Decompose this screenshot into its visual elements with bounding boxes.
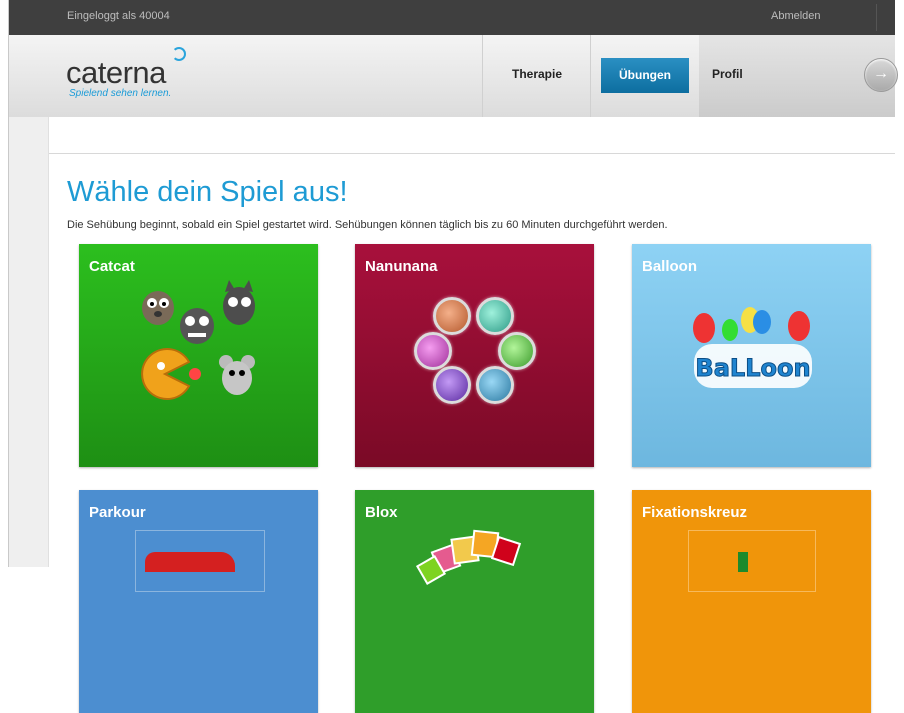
game-title: Nanunana <box>365 258 438 275</box>
cat-icon <box>223 280 255 325</box>
eye-icon <box>433 297 471 335</box>
nav-therapie[interactable]: Therapie <box>512 67 562 81</box>
eye-icon <box>476 297 514 335</box>
logout-link[interactable]: Abmelden <box>771 10 821 22</box>
game-card-blox[interactable]: Blox <box>355 490 594 713</box>
game-title: Parkour <box>89 504 146 521</box>
eye-icon <box>498 332 536 370</box>
side-column <box>9 117 49 567</box>
game-card-fixationskreuz[interactable]: Fixationskreuz <box>632 490 871 713</box>
balloon-icon <box>693 307 810 343</box>
eye-icon <box>476 366 514 404</box>
sub-bar <box>9 117 895 154</box>
page-subtitle: Die Sehübung beginnt, sobald ein Spiel g… <box>67 219 668 231</box>
divider <box>876 4 877 31</box>
dog-icon <box>142 291 174 325</box>
blox-art <box>415 529 522 586</box>
login-status: Eingeloggt als 40004 <box>67 10 170 22</box>
eye-icon <box>433 366 471 404</box>
nav-uebungen[interactable]: Übungen <box>601 58 689 93</box>
logo-ring-icon <box>172 47 186 61</box>
caterna-logo[interactable]: caterna Spielend sehen lernen. <box>66 47 206 100</box>
catcat-art <box>141 280 255 400</box>
fixation-preview <box>688 530 816 592</box>
logo-word: caterna <box>66 55 166 90</box>
nav-profil[interactable]: Profil <box>712 67 743 81</box>
eye-icon <box>414 332 452 370</box>
game-title: Fixationskreuz <box>642 504 748 521</box>
game-card-parkour[interactable]: Parkour <box>79 490 318 713</box>
car-icon <box>145 552 235 572</box>
mouse-icon <box>219 355 255 395</box>
balloon-logo-text: BaLLoon <box>695 354 810 382</box>
logo-tagline: Spielend sehen lernen. <box>69 88 172 99</box>
header: caterna Spielend sehen lernen. Therapie … <box>9 35 898 118</box>
pacman-cat-icon <box>141 348 201 400</box>
cross-icon <box>738 552 748 572</box>
nav-divider <box>482 35 483 117</box>
page-title: Wähle dein Spiel aus! <box>67 176 348 208</box>
balloon-art: BaLLoon <box>693 307 812 388</box>
game-card-nanunana[interactable]: Nanunana <box>355 244 594 467</box>
game-card-balloon[interactable]: Balloon BaLLoon <box>632 244 871 467</box>
top-bar: Eingeloggt als 40004 Abmelden <box>9 0 895 35</box>
nav-divider <box>590 35 591 117</box>
monster-icon <box>180 308 214 344</box>
game-card-catcat[interactable]: Catcat <box>79 244 318 467</box>
next-arrow-button[interactable]: → <box>864 58 898 92</box>
